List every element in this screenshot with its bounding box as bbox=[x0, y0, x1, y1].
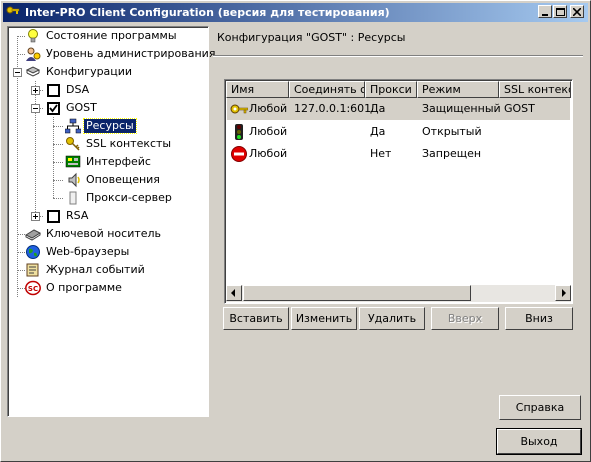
journal-icon bbox=[26, 263, 39, 277]
tree-line bbox=[17, 54, 25, 55]
column-header-ssl[interactable]: SSL контекст bbox=[499, 81, 571, 98]
traffic-light-icon bbox=[235, 124, 243, 140]
about-icon: SC bbox=[25, 280, 41, 296]
main-window: Inter-PRO Client Configuration (версия д… bbox=[0, 0, 591, 462]
insert-button[interactable]: Вставить bbox=[223, 307, 289, 330]
cell-mode: Запрещен bbox=[422, 147, 482, 160]
cell-name: Любой bbox=[249, 125, 288, 138]
tree-expander[interactable] bbox=[31, 86, 40, 95]
scroll-thumb[interactable] bbox=[243, 285, 471, 301]
table-row[interactable]: Любой Нет Запрещен bbox=[227, 143, 570, 165]
exit-button[interactable]: Выход bbox=[496, 428, 582, 455]
scroll-left-button[interactable] bbox=[226, 285, 242, 301]
tree-label: Журнал событий bbox=[46, 263, 145, 276]
edit-button[interactable]: Изменить bbox=[291, 307, 357, 330]
admin-icon bbox=[26, 47, 41, 61]
gost-checkbox[interactable] bbox=[47, 102, 60, 115]
tree-label: Web-браузеры bbox=[46, 245, 130, 258]
cell-mode: Защищенный bbox=[422, 102, 501, 115]
tree-label: GOST bbox=[66, 101, 97, 114]
tree-line bbox=[53, 144, 63, 145]
rsa-checkbox[interactable] bbox=[47, 210, 60, 223]
table-row[interactable]: Любой 127.0.0.1:601 Да Защищенный GOST bbox=[227, 98, 570, 120]
interface-icon bbox=[65, 155, 81, 168]
tree-label: Ключевой носитель bbox=[46, 227, 162, 240]
tree-line bbox=[17, 252, 25, 253]
key-icon bbox=[66, 137, 80, 151]
maximize-button[interactable] bbox=[553, 5, 567, 18]
tree-expander[interactable] bbox=[13, 68, 22, 77]
dsa-checkbox[interactable] bbox=[47, 84, 60, 97]
column-header-name[interactable]: Имя bbox=[226, 81, 289, 98]
globe-icon bbox=[26, 245, 40, 259]
tree-label: Оповещения bbox=[86, 173, 160, 186]
tree-line bbox=[17, 36, 25, 37]
delete-button[interactable]: Удалить bbox=[359, 307, 425, 330]
config-tree[interactable]: Состояние программы Уровень администриро… bbox=[7, 26, 215, 417]
horizontal-scrollbar[interactable] bbox=[226, 285, 571, 302]
bulb-icon bbox=[28, 29, 38, 43]
cell-connect: 127.0.0.1:601 bbox=[294, 102, 372, 115]
tree-line bbox=[17, 234, 25, 235]
column-header-connect[interactable]: Соединять с bbox=[289, 81, 365, 98]
cell-name: Любой bbox=[249, 147, 288, 160]
close-button[interactable] bbox=[570, 5, 584, 18]
tree-label: Конфигурации bbox=[46, 65, 133, 78]
tree-line bbox=[53, 180, 63, 181]
tree-line bbox=[35, 81, 36, 216]
key-icon bbox=[230, 104, 248, 114]
configs-icon bbox=[25, 66, 41, 77]
tree-label: SSL контексты bbox=[86, 137, 172, 150]
tree-line bbox=[53, 198, 63, 199]
tree-expander[interactable] bbox=[31, 104, 40, 113]
window-title: Inter-PRO Client Configuration (версия д… bbox=[25, 6, 390, 19]
cell-mode: Открытый bbox=[422, 125, 482, 138]
cell-proxy: Нет bbox=[370, 147, 392, 160]
cell-proxy: Да bbox=[370, 102, 386, 115]
scroll-right-button[interactable] bbox=[555, 285, 571, 301]
tree-line bbox=[53, 162, 63, 163]
cell-proxy: Да bbox=[370, 125, 386, 138]
table-row[interactable]: Любой Да Открытый bbox=[227, 121, 570, 143]
move-down-button[interactable]: Вниз bbox=[505, 307, 573, 330]
tree-line bbox=[53, 126, 63, 127]
tree-label: Состояние программы bbox=[46, 29, 177, 42]
disk-icon bbox=[25, 229, 41, 241]
arrow-left-icon bbox=[231, 289, 235, 297]
cell-name: Любой bbox=[249, 102, 288, 115]
resources-list[interactable]: Имя Соединять с Прокси Режим SSL контекс… bbox=[224, 79, 573, 304]
header-divider bbox=[213, 55, 583, 57]
tree-label: Прокси-сервер bbox=[86, 191, 172, 204]
minimize-button[interactable] bbox=[538, 5, 552, 18]
title-bar[interactable]: Inter-PRO Client Configuration (версия д… bbox=[3, 3, 588, 22]
tree-label: DSA bbox=[66, 83, 90, 96]
column-header-proxy[interactable]: Прокси bbox=[365, 81, 417, 98]
panel-title: Конфигурация "GOST" : Ресурсы bbox=[217, 31, 406, 44]
tree-expander[interactable] bbox=[31, 212, 40, 221]
speaker-icon bbox=[68, 172, 80, 188]
tree-line bbox=[53, 117, 54, 198]
tree-label: Ресурсы bbox=[83, 118, 137, 134]
svg-text:SC: SC bbox=[28, 285, 38, 293]
help-button[interactable]: Справка bbox=[499, 395, 581, 420]
app-key-icon bbox=[6, 6, 20, 14]
column-header-mode[interactable]: Режим bbox=[417, 81, 499, 98]
network-icon bbox=[65, 118, 81, 134]
tree-label: Уровень администрирования bbox=[46, 47, 216, 60]
tree-line bbox=[17, 270, 25, 271]
proxy-icon bbox=[69, 191, 77, 205]
move-up-button[interactable]: Вверх bbox=[431, 307, 499, 330]
tree-line bbox=[17, 288, 25, 289]
arrow-right-icon bbox=[562, 289, 566, 297]
tree-label: О программе bbox=[46, 281, 122, 294]
cell-ssl: GOST bbox=[504, 102, 535, 115]
tree-label: Интерфейс bbox=[86, 155, 151, 168]
no-entry-icon bbox=[231, 146, 247, 162]
tree-label: RSA bbox=[66, 209, 89, 222]
